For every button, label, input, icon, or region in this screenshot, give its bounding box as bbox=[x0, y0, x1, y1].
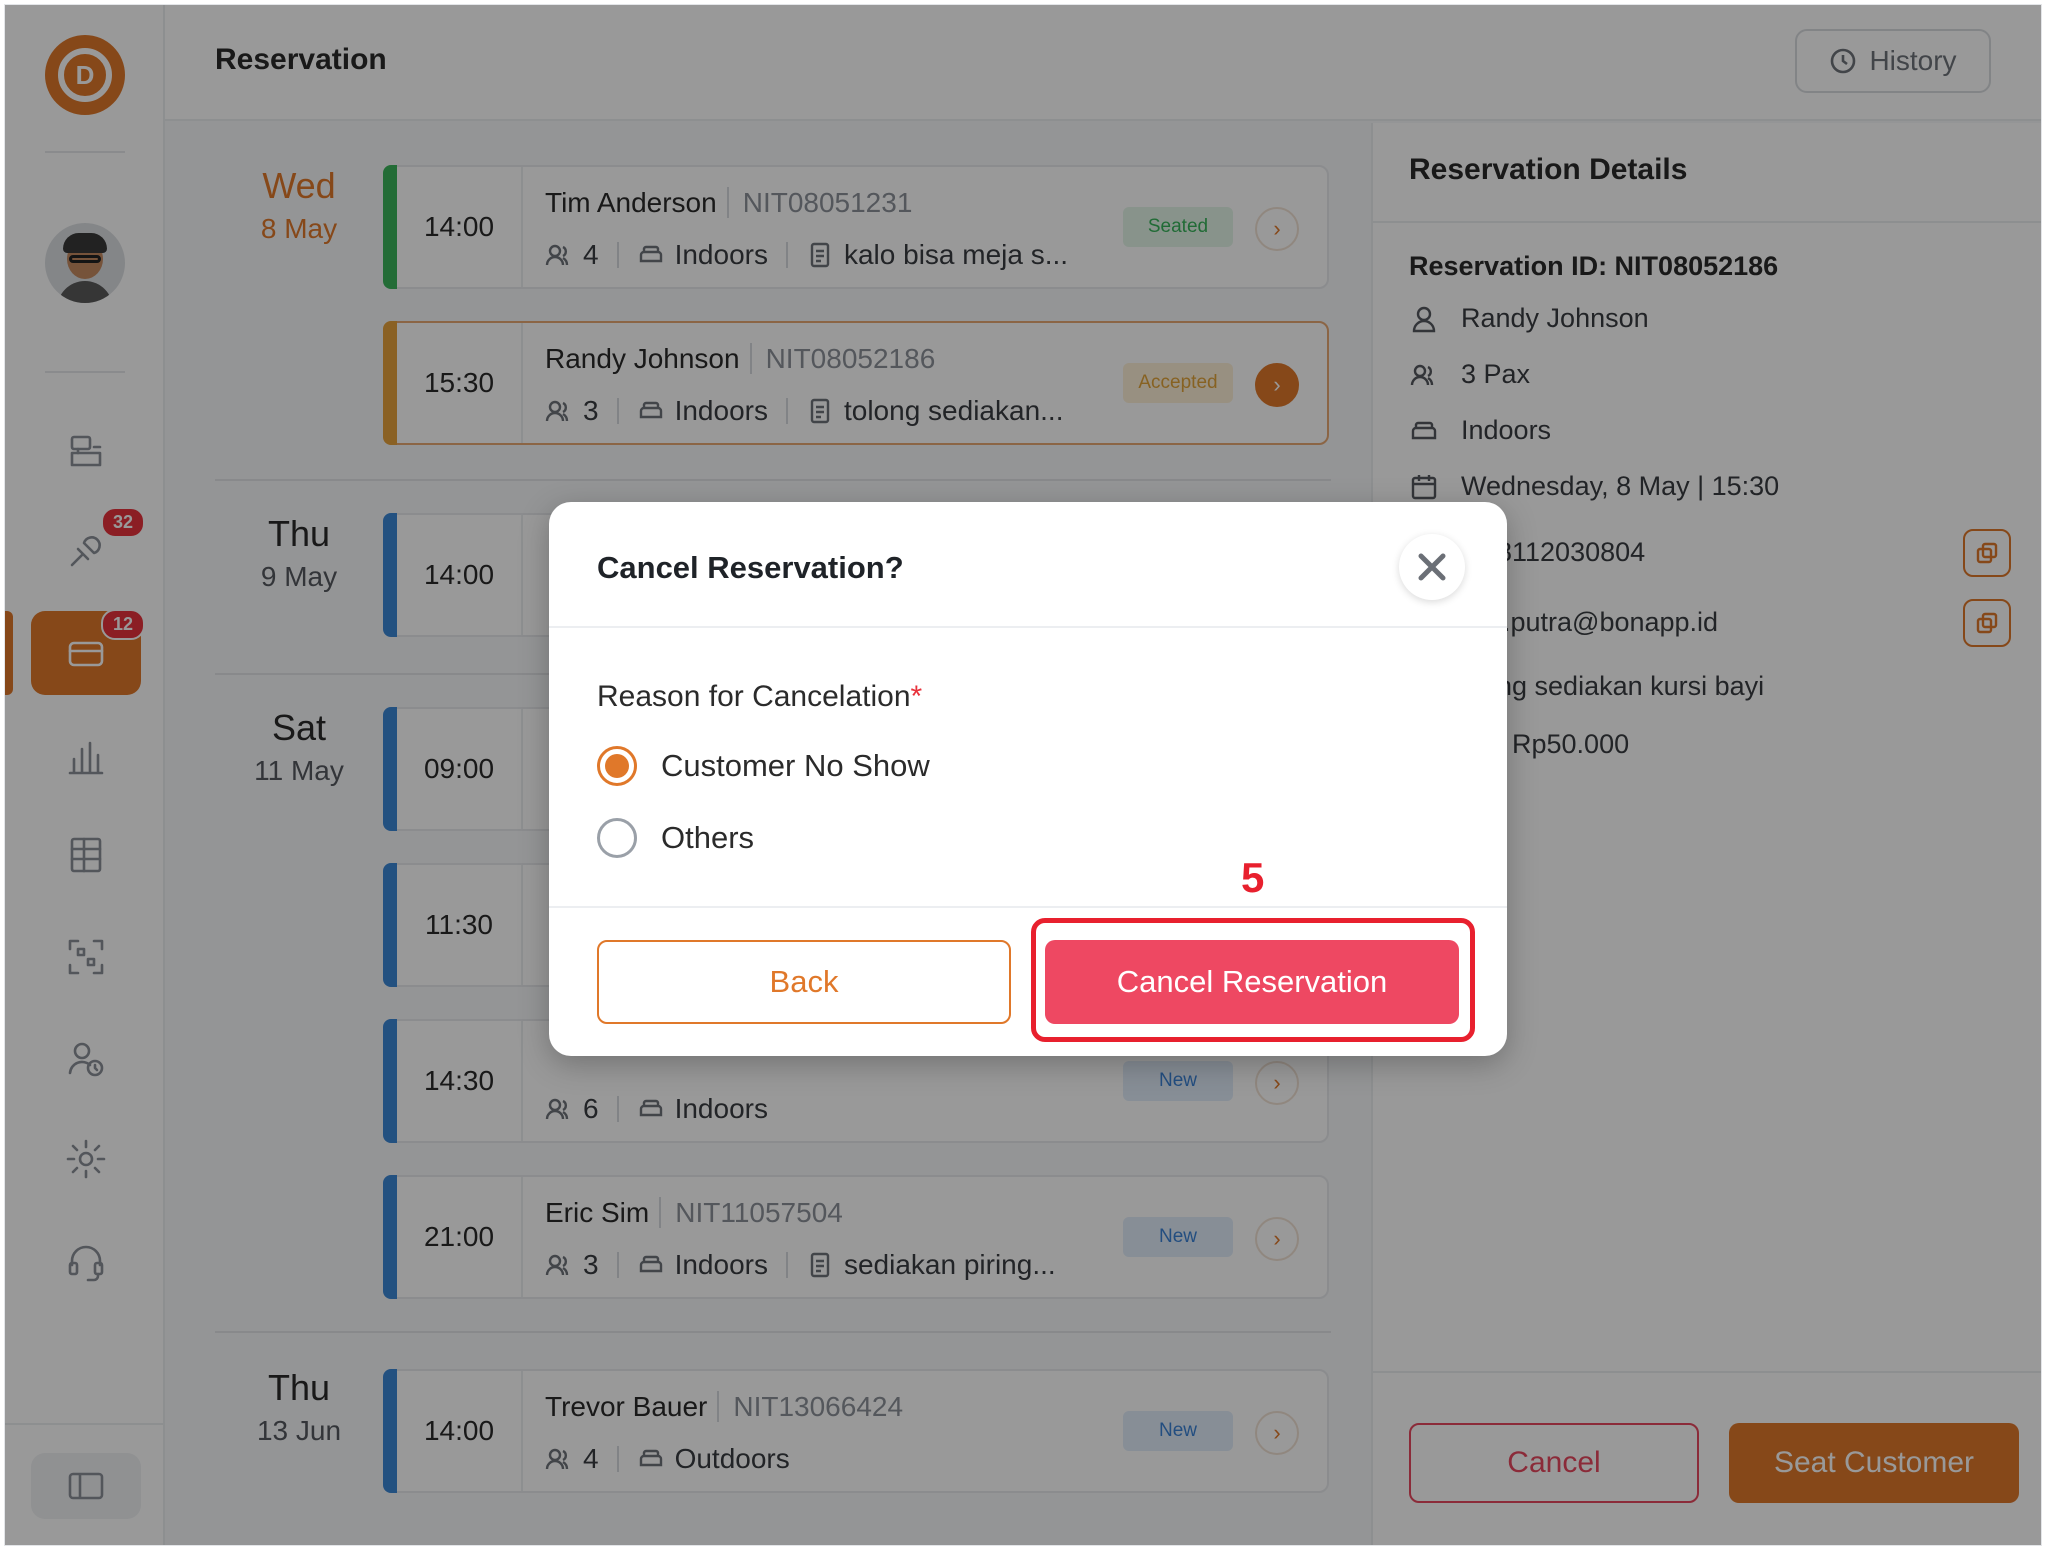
reason-option-customer-no-show[interactable]: Customer No Show bbox=[597, 746, 930, 786]
step-number: 5 bbox=[1241, 854, 1265, 901]
step-highlight-box bbox=[1031, 918, 1475, 1042]
radio-button[interactable] bbox=[597, 818, 637, 858]
cancel-reservation-dialog: Cancel Reservation? Reason for Cancelati… bbox=[549, 502, 1507, 1056]
close-dialog-button[interactable] bbox=[1399, 534, 1465, 600]
reason-option-others[interactable]: Others bbox=[597, 818, 754, 858]
back-button[interactable]: Back bbox=[597, 940, 1011, 1024]
reason-option-label: Customer No Show bbox=[661, 748, 930, 783]
close-icon bbox=[1418, 553, 1446, 581]
reason-label: Reason for Cancelation* bbox=[597, 680, 923, 713]
reason-option-label: Others bbox=[661, 820, 755, 855]
required-mark: * bbox=[910, 680, 923, 713]
app-window: D 32 12 Reservation History Wed 8 May 14… bbox=[4, 4, 2042, 1546]
dialog-title: Cancel Reservation? bbox=[597, 550, 904, 585]
radio-button-checked[interactable] bbox=[597, 746, 637, 786]
